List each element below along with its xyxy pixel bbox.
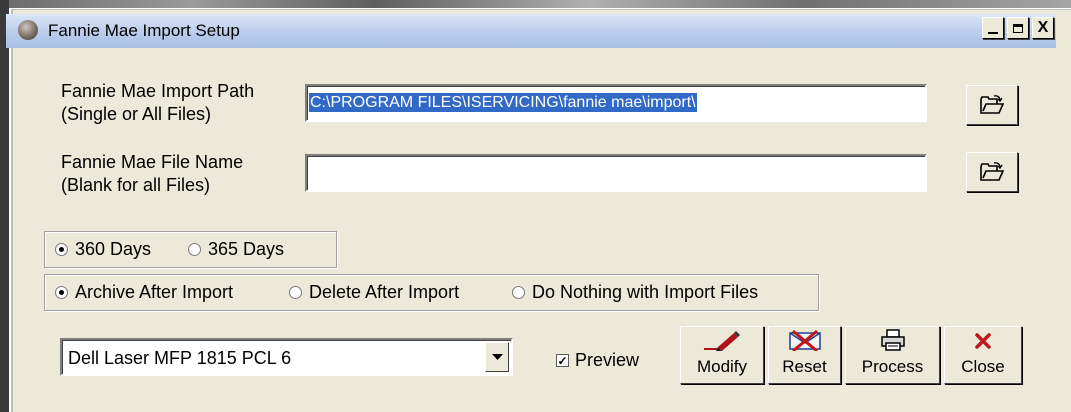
radio-archive-dot [55,286,68,299]
radio-delete-dot [289,286,302,299]
window-title: Fannie Mae Import Setup [48,21,240,40]
title-bar[interactable]: Fannie Mae Import Setup X [6,14,1056,48]
open-folder-icon [980,162,1004,181]
file-name-label: Fannie Mae File Name (Blank for all File… [61,152,244,195]
import-path-label: Fannie Mae Import Path (Single or All Fi… [61,81,255,124]
modify-button[interactable]: Modify [680,326,764,384]
check-mark-icon: ✓ [557,353,568,368]
minimize-icon [988,31,998,34]
browse-path-button[interactable] [966,85,1018,125]
reset-button[interactable]: Reset [768,326,841,384]
reset-label: Reset [782,357,827,376]
process-label: Process [861,357,924,376]
close-label: Close [961,357,1005,376]
radio-do-nothing-dot [512,286,525,299]
radio-do-nothing-label: Do Nothing with Import Files [532,282,759,302]
maximize-button[interactable] [1007,17,1029,39]
radio-delete-after-import[interactable]: Delete After Import [289,282,459,303]
process-button[interactable]: Process [845,326,940,384]
chevron-down-icon [491,353,503,360]
radio-archive-label: Archive After Import [75,282,234,302]
radio-360-days[interactable]: 360 Days [55,239,151,260]
import-path-input[interactable]: C:\PROGRAM FILES\ISERVICING\fannie mae\i… [305,84,927,122]
window-controls: X [982,17,1054,39]
printer-icon [880,329,905,351]
radio-do-nothing[interactable]: Do Nothing with Import Files [512,282,758,303]
preview-checkbox[interactable]: ✓ Preview [556,350,639,371]
radio-360-days-dot [55,243,68,256]
browse-file-button[interactable] [966,152,1018,192]
pen-icon [704,331,740,351]
radio-archive-after-import[interactable]: Archive After Import [55,282,233,303]
close-window-button[interactable]: X [1032,17,1054,39]
reset-envelope-icon [788,329,821,351]
modify-label: Modify [696,357,748,376]
background-edge [0,0,9,412]
close-icon: X [1037,19,1049,36]
import-path-value: C:\PROGRAM FILES\ISERVICING\fannie mae\i… [309,93,697,112]
printer-select-value: Dell Laser MFP 1815 PCL 6 [68,348,292,368]
preview-label: Preview [575,350,640,370]
file-name-input[interactable] [305,154,927,192]
radio-365-days-label: 365 Days [208,239,285,259]
maximize-icon [1013,23,1023,33]
radio-365-days-dot [188,243,201,256]
minimize-button[interactable] [982,17,1004,39]
x-close-icon [975,333,991,349]
app-globe-icon [18,20,38,40]
open-folder-icon [980,95,1004,114]
close-button[interactable]: Close [944,326,1022,384]
printer-dropdown-button[interactable] [485,342,509,372]
printer-select[interactable]: Dell Laser MFP 1815 PCL 6 [60,338,513,376]
preview-checkbox-box: ✓ [556,354,569,367]
background-strip [0,0,1071,8]
radio-delete-label: Delete After Import [309,282,460,302]
radio-365-days[interactable]: 365 Days [188,239,284,260]
radio-360-days-label: 360 Days [75,239,152,259]
